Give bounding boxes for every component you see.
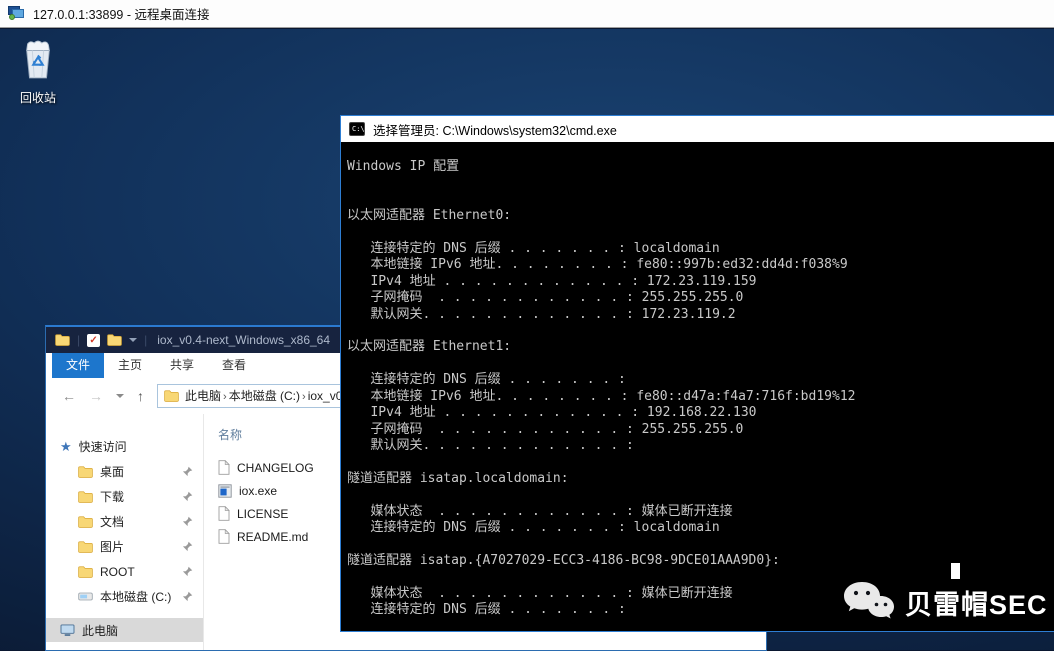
file-name: LICENSE: [237, 507, 288, 521]
pin-icon: [182, 591, 193, 602]
quick-access-star-icon: ★: [60, 439, 72, 455]
up-arrow-icon[interactable]: ↑: [137, 388, 144, 404]
folder-desktop-icon: [78, 466, 93, 478]
sidebar-item-label: 本地磁盘 (C:): [100, 588, 175, 605]
recent-locations-chevron-icon[interactable]: [116, 394, 124, 398]
sidebar-item-pictures[interactable]: 图片: [46, 534, 203, 559]
forward-arrow-icon[interactable]: →: [89, 388, 103, 404]
cmd-icon: C:\: [349, 122, 365, 136]
folder-documents-icon: [78, 516, 93, 528]
explorer-window-title: iox_v0.4-next_Windows_x86_64: [157, 333, 330, 347]
back-arrow-icon[interactable]: ←: [62, 388, 76, 404]
tab-home[interactable]: 主页: [104, 353, 156, 378]
sidebar-item-label: 下载: [100, 488, 175, 505]
sidebar-item-documents[interactable]: 文档: [46, 509, 203, 534]
executable-icon: [218, 484, 232, 498]
breadcrumb-item[interactable]: 本地磁盘 (C:): [229, 389, 300, 403]
cmd-window-title: 选择管理员: C:\Windows\system32\cmd.exe: [373, 120, 617, 139]
sidebar-item-downloads[interactable]: 下载: [46, 484, 203, 509]
remote-desktop-icon: [8, 6, 25, 21]
sidebar-item-label: ROOT: [100, 565, 175, 579]
file-name: README.md: [237, 530, 308, 544]
document-icon: [218, 529, 230, 544]
pin-icon: [182, 491, 193, 502]
document-icon: [218, 460, 230, 475]
folder-icon: [164, 390, 179, 402]
explorer-sidebar: ★ 快速访问 桌面下载文档图片 ROOT 本地磁盘 (C:) 此电脑: [46, 414, 203, 650]
cmd-window: C:\ 选择管理员: C:\Windows\system32\cmd.exe W…: [340, 115, 1054, 632]
disk-icon: [78, 591, 93, 602]
sidebar-item-label: 桌面: [100, 463, 175, 480]
rdp-title-bar: 127.0.0.1:33899 - 远程桌面连接: [0, 0, 1054, 28]
folder-icon: [78, 566, 93, 578]
wechat-icon: [841, 579, 895, 625]
sidebar-item-local-disk-c[interactable]: 本地磁盘 (C:): [46, 584, 203, 609]
pin-icon: [182, 566, 193, 577]
sidebar-item-label: 文档: [100, 513, 175, 530]
recycle-bin-label: 回收站: [10, 89, 66, 106]
pin-icon: [182, 466, 193, 477]
recycle-bin-desktop-icon[interactable]: 回收站: [10, 39, 66, 106]
watermark-text: 贝雷帽SEC: [905, 583, 1048, 622]
tab-view[interactable]: 查看: [208, 353, 260, 378]
tab-file[interactable]: 文件: [52, 353, 104, 378]
customize-toolbar-chevron-icon[interactable]: [129, 338, 137, 342]
folder-downloads-icon: [78, 491, 93, 503]
tab-share[interactable]: 共享: [156, 353, 208, 378]
sidebar-item-root[interactable]: ROOT: [46, 559, 203, 584]
folder-pictures-icon: [78, 541, 93, 553]
pin-icon: [182, 516, 193, 527]
breadcrumb-chevron-icon: ›: [300, 391, 308, 403]
sidebar-item-quick-access[interactable]: ★ 快速访问: [46, 434, 203, 459]
watermark: 贝雷帽SEC: [841, 579, 1048, 625]
file-name: iox.exe: [239, 484, 277, 498]
sidebar-item-this-pc[interactable]: 此电脑: [46, 618, 203, 642]
cmd-output[interactable]: Windows IP 配置 以太网适配器 Ethernet0: 连接特定的 DN…: [341, 142, 1054, 631]
new-folder-quick-access-icon[interactable]: [107, 334, 122, 346]
sidebar-item-desktop[interactable]: 桌面: [46, 459, 203, 484]
rdp-title: 127.0.0.1:33899 - 远程桌面连接: [33, 4, 209, 23]
pin-icon: [182, 541, 193, 552]
breadcrumb-chevron-icon: ›: [221, 391, 229, 403]
file-name: CHANGELOG: [237, 461, 314, 475]
cmd-titlebar[interactable]: C:\ 选择管理员: C:\Windows\system32\cmd.exe: [341, 116, 1054, 142]
sidebar-item-label: 图片: [100, 538, 175, 555]
folder-icon: [55, 334, 70, 346]
this-pc-icon: [60, 624, 75, 637]
recycle-bin-icon: [21, 39, 55, 81]
document-icon: [218, 506, 230, 521]
properties-quick-access-icon[interactable]: ✓: [87, 334, 100, 347]
watermark-bar: [951, 563, 960, 579]
breadcrumb-item[interactable]: 此电脑: [185, 389, 221, 403]
